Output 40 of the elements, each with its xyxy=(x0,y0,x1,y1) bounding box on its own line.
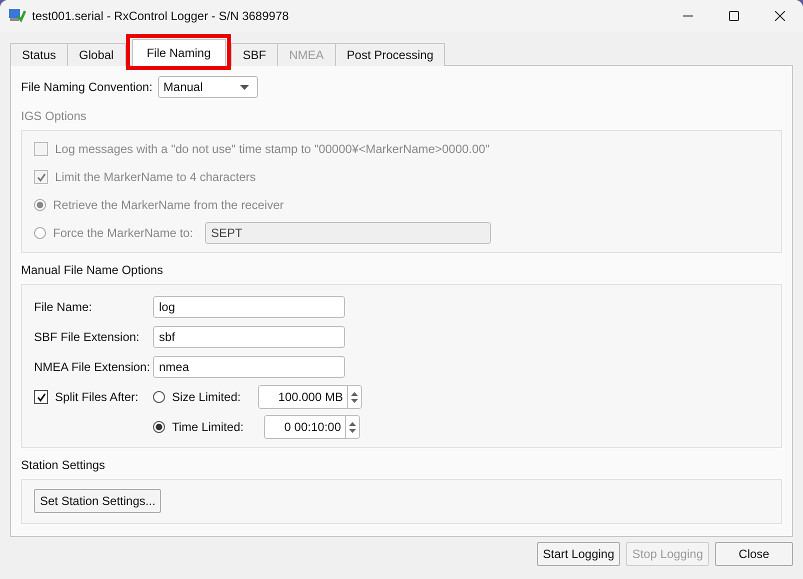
tab[interactable]: File Naming xyxy=(132,39,226,66)
section-title: IGS Options xyxy=(21,108,88,125)
field-label: File Naming Convention: xyxy=(21,80,152,94)
app-icon xyxy=(8,7,26,25)
spin-box[interactable]: 100.000 MB xyxy=(258,385,362,409)
spin-box[interactable]: 0 00:10:00 xyxy=(264,415,360,439)
tab[interactable]: Global xyxy=(67,43,126,66)
field-label: File Name: xyxy=(34,300,94,314)
tab[interactable]: Status xyxy=(10,43,68,66)
option-label: Split Files After: xyxy=(55,390,138,404)
radio-button[interactable] xyxy=(153,391,165,403)
radio-button[interactable] xyxy=(153,421,165,433)
close-icon[interactable] xyxy=(775,11,785,21)
maximize-icon[interactable] xyxy=(729,11,739,21)
station-settings-button[interactable]: Set Station Settings... xyxy=(34,489,162,513)
up-arrow-icon[interactable] xyxy=(351,392,358,396)
option-label: Retrieve the MarkerName from the receiver xyxy=(53,198,284,212)
tab[interactable]: Post Processing xyxy=(334,43,446,66)
input-field[interactable]: sbf xyxy=(153,326,345,348)
up-arrow-icon[interactable] xyxy=(349,422,356,426)
tab[interactable]: SBF xyxy=(230,43,278,66)
checkbox[interactable] xyxy=(34,390,48,404)
input-field[interactable]: log xyxy=(153,296,345,318)
dialog-button[interactable]: Start Logging xyxy=(536,542,620,566)
down-arrow-icon[interactable] xyxy=(351,398,358,402)
down-arrow-icon[interactable] xyxy=(349,428,356,432)
option-label: Time Limited: xyxy=(172,420,245,434)
section-title: Station Settings xyxy=(21,457,106,474)
option-label: Limit the MarkerName to 4 characters xyxy=(55,170,256,184)
field-label: SBF File Extension: xyxy=(34,330,140,344)
section-title: Manual File Name Options xyxy=(21,262,164,279)
window-title: test001.serial - RxControl Logger - S/N 3689978 xyxy=(32,9,290,23)
option-label: Log messages with a "do not use" time stamp to "00000¥<MarkerName>0000.00" xyxy=(55,142,490,156)
option-label: Force the MarkerName to: xyxy=(53,226,194,240)
field-label: NMEA File Extension: xyxy=(34,360,152,374)
option-label: Size Limited: xyxy=(172,390,242,404)
caret-icon xyxy=(240,84,250,90)
dialog-button[interactable]: Close xyxy=(715,542,793,566)
input-field[interactable]: nmea xyxy=(153,356,345,378)
convention-dropdown[interactable]: Manual xyxy=(158,76,258,98)
